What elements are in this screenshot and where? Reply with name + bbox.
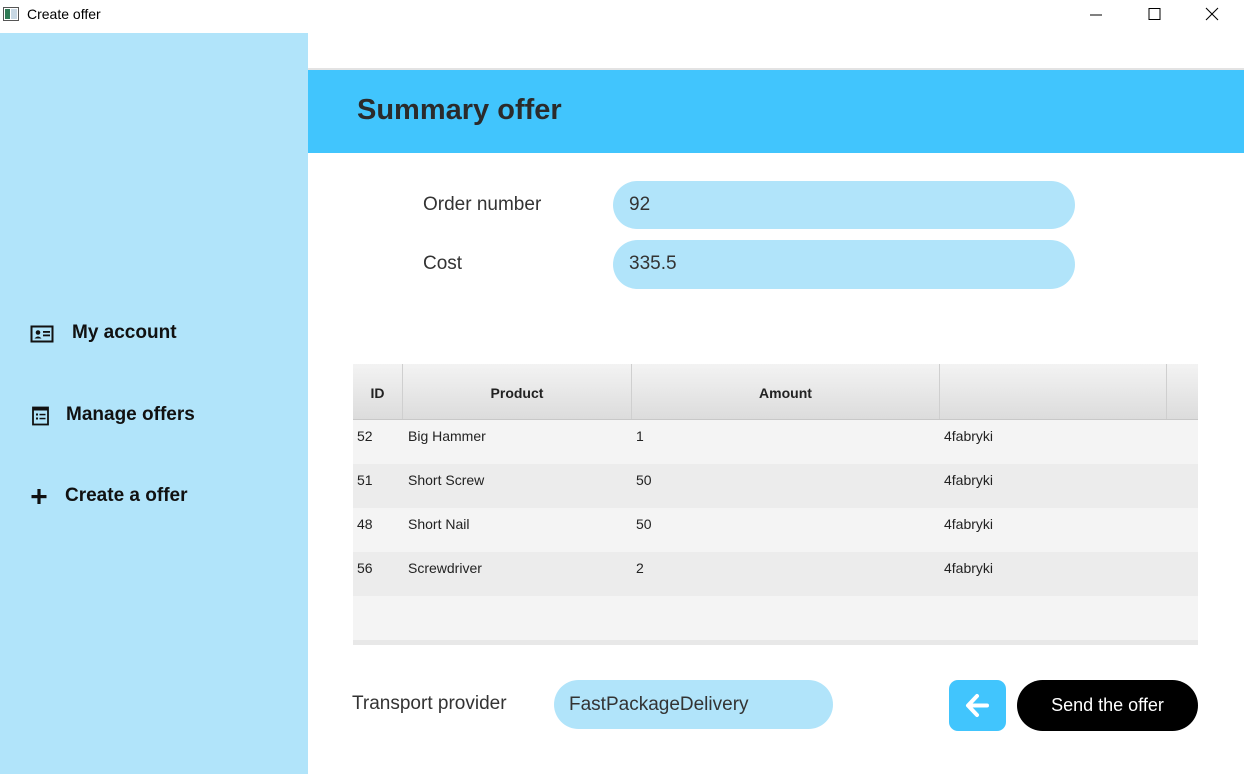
cost-field[interactable]: 335.5 [613, 240, 1075, 289]
cell-amount: 50 [636, 472, 652, 488]
cost-label: Cost [423, 253, 463, 274]
back-button[interactable] [949, 680, 1006, 731]
close-icon [1205, 7, 1219, 21]
order-number-field[interactable]: 92 [613, 181, 1075, 229]
table-row[interactable]: 52 Big Hammer 1 4fabryki [353, 420, 1198, 464]
sidebar-item-label: Create a offer [65, 485, 188, 506]
table-row-empty [353, 596, 1198, 640]
table-row[interactable]: 51 Short Screw 50 4fabryki [353, 464, 1198, 508]
cell-id: 51 [357, 472, 373, 488]
order-number-label: Order number [423, 194, 542, 215]
table-row[interactable]: 56 Screwdriver 2 4fabryki [353, 552, 1198, 596]
column-header-provider[interactable] [940, 364, 1167, 419]
table-row[interactable]: 48 Short Nail 50 4fabryki [353, 508, 1198, 552]
cell-product: Short Nail [408, 516, 470, 532]
arrow-left-icon [966, 694, 989, 717]
sidebar-item-label: My account [72, 322, 177, 343]
column-header-amount[interactable]: Amount [632, 364, 940, 419]
cell-id: 56 [357, 560, 373, 576]
table-scrollbar-track[interactable] [353, 640, 1198, 645]
title-bar: Create offer [0, 0, 1244, 32]
cell-id: 52 [357, 428, 373, 444]
cell-provider: 4fabryki [944, 560, 994, 576]
column-header-product[interactable]: Product [403, 364, 632, 419]
cell-product: Screwdriver [408, 560, 482, 576]
transport-provider-field[interactable]: FastPackageDelivery [554, 680, 833, 729]
list-icon [32, 406, 49, 426]
cell-amount: 2 [636, 560, 644, 576]
send-offer-button[interactable]: Send the offer [1017, 680, 1198, 731]
cell-provider: 4fabryki [944, 516, 994, 532]
cell-provider: 4fabryki [944, 472, 994, 488]
table-header: ID Product Amount [353, 364, 1198, 420]
minimize-icon [1090, 14, 1102, 16]
column-header-id[interactable]: ID [353, 364, 403, 419]
plus-icon [31, 489, 47, 504]
close-button[interactable] [1183, 0, 1241, 30]
transport-provider-label: Transport provider [352, 693, 507, 714]
cell-product: Big Hammer [408, 428, 486, 444]
column-header-filler [1167, 364, 1198, 419]
cell-product: Short Screw [408, 472, 485, 488]
window-title: Create offer [27, 6, 101, 22]
cell-amount: 50 [636, 516, 652, 532]
cell-amount: 1 [636, 428, 644, 444]
cell-id: 48 [357, 516, 373, 532]
products-table[interactable]: ID Product Amount 52 Big Hammer 1 4fabry… [353, 364, 1198, 645]
header-band: Summary offer [308, 70, 1244, 153]
page-title: Summary offer [357, 94, 562, 126]
account-card-icon [30, 325, 54, 343]
maximize-button[interactable] [1125, 0, 1183, 30]
sidebar: My account Manage offers Create a offer [0, 33, 308, 774]
cell-provider: 4fabryki [944, 428, 994, 444]
sidebar-item-label: Manage offers [66, 404, 195, 425]
minimize-button[interactable] [1067, 0, 1125, 30]
maximize-icon [1148, 8, 1161, 20]
app-icon [3, 7, 19, 21]
